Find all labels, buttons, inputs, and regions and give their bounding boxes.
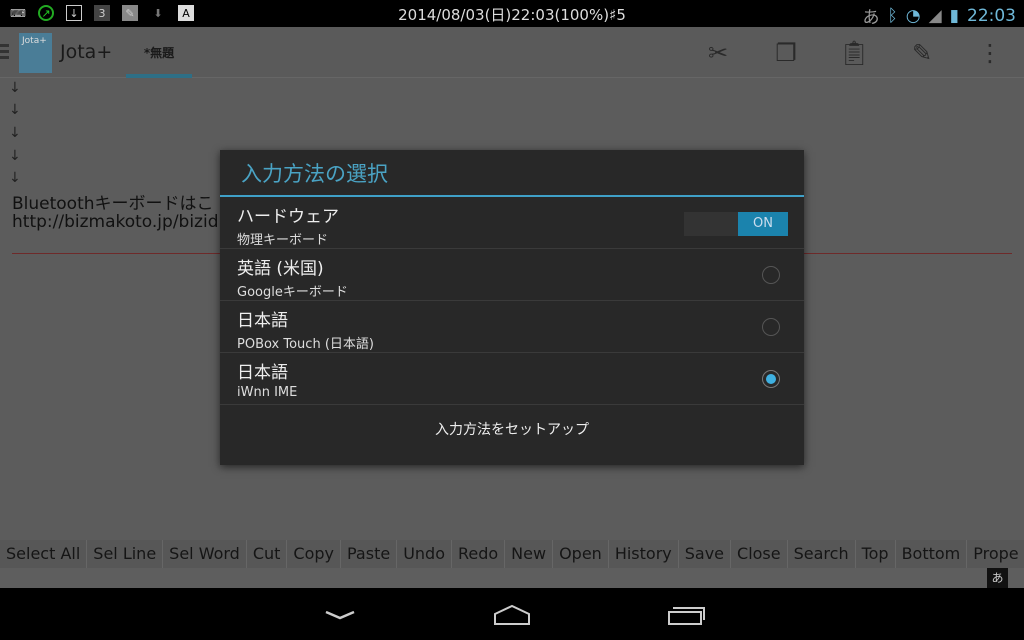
function-button-copy[interactable]: Copy — [287, 540, 341, 568]
radio-button[interactable] — [762, 318, 780, 336]
line-arrow: ↓ — [9, 170, 21, 186]
option-subtitle: POBox Touch (日本語) — [237, 337, 374, 352]
line-arrow: ↓ — [9, 125, 21, 141]
ime-bar: あ — [0, 568, 1024, 588]
function-button-select-all[interactable]: Select All — [0, 540, 88, 568]
back-icon[interactable] — [320, 602, 360, 626]
home-icon[interactable] — [492, 602, 532, 626]
ime-option-english[interactable]: 英語 (米国) Googleキーボード — [220, 249, 804, 301]
drawer-menu-icon[interactable] — [0, 44, 9, 59]
copy-icon[interactable]: ❐ — [752, 27, 820, 78]
function-button-save[interactable]: Save — [679, 540, 732, 568]
function-button-cut[interactable]: Cut — [247, 540, 288, 568]
option-subtitle: iWnn IME — [237, 385, 298, 400]
function-bar: Select All Sel Line Sel Word Cut Copy Paste Un… — [0, 540, 1024, 568]
tab-untitled[interactable]: *無題 — [126, 27, 192, 78]
status-time: 22:03 — [967, 5, 1016, 26]
recent-apps-icon[interactable] — [666, 602, 706, 626]
option-title: 英語 (米国) — [237, 259, 324, 279]
keyboard-indicator[interactable]: あ — [987, 568, 1008, 588]
signal-icon: ◢ — [928, 5, 942, 26]
function-button-paste[interactable]: Paste — [341, 540, 398, 568]
option-subtitle: Googleキーボード — [237, 285, 348, 300]
editor-line: http://bizmakoto.jp/bizid — [12, 212, 219, 232]
action-bar: Jota+ Jota+ *無題 ✂ ❐ 📋︎ ✎ ⋮ — [0, 27, 1024, 78]
function-button-undo[interactable]: Undo — [397, 540, 452, 568]
option-title: 日本語 — [237, 311, 288, 331]
paste-icon[interactable]: 📋︎ — [820, 27, 888, 78]
ime-indicator: あ — [862, 8, 880, 28]
line-arrow: ↓ — [9, 80, 21, 96]
line-arrow: ↓ — [9, 102, 21, 118]
radio-button-selected[interactable] — [762, 370, 780, 388]
line-arrow: ↓ — [9, 148, 21, 164]
function-button-history[interactable]: History — [609, 540, 679, 568]
function-button-open[interactable]: Open — [553, 540, 609, 568]
function-button-close[interactable]: Close — [731, 540, 788, 568]
dialog-title: 入力方法の選択 — [220, 150, 804, 197]
hardware-toggle[interactable]: ON — [684, 212, 788, 236]
function-button-search[interactable]: Search — [788, 540, 856, 568]
input-method-dialog: 入力方法の選択 ハードウェア 物理キーボード ON 英語 (米国) Google… — [220, 150, 804, 465]
function-button-redo[interactable]: Redo — [452, 540, 506, 568]
editor-line: Bluetoothキーボードはこ — [12, 194, 214, 214]
wifi-icon: ◔ — [905, 5, 921, 26]
toggle-on-label: ON — [738, 212, 788, 236]
navigation-bar — [0, 588, 1024, 640]
setup-input-methods-button[interactable]: 入力方法をセットアップ — [220, 405, 804, 456]
radio-button[interactable] — [762, 266, 780, 284]
function-button-top[interactable]: Top — [856, 540, 896, 568]
edit-icon[interactable]: ✎ — [888, 27, 956, 78]
hardware-row[interactable]: ハードウェア 物理キーボード ON — [220, 197, 804, 249]
app-name: Jota+ — [60, 41, 113, 63]
ime-option-pobox[interactable]: 日本語 POBox Touch (日本語) — [220, 301, 804, 353]
function-button-new[interactable]: New — [505, 540, 554, 568]
cut-icon[interactable]: ✂ — [684, 27, 752, 78]
overflow-icon[interactable]: ⋮ — [956, 27, 1024, 78]
battery-icon: ▮ — [949, 5, 959, 26]
ime-option-iwnn[interactable]: 日本語 iWnn IME — [220, 353, 804, 405]
function-button-bottom[interactable]: Bottom — [896, 540, 968, 568]
function-button-sel-line[interactable]: Sel Line — [87, 540, 164, 568]
option-title: 日本語 — [237, 363, 288, 383]
function-button-sel-word[interactable]: Sel Word — [163, 540, 247, 568]
function-button-prope[interactable]: Prope — [967, 540, 1024, 568]
status-bar: ⌨ ↗ ↓ 3 ✎ ⬇ A 2014/08/03(日)22:03(100%)♯5… — [0, 0, 1024, 28]
app-logo[interactable]: Jota+ — [19, 33, 52, 73]
bluetooth-icon: ᛒ — [887, 5, 898, 26]
